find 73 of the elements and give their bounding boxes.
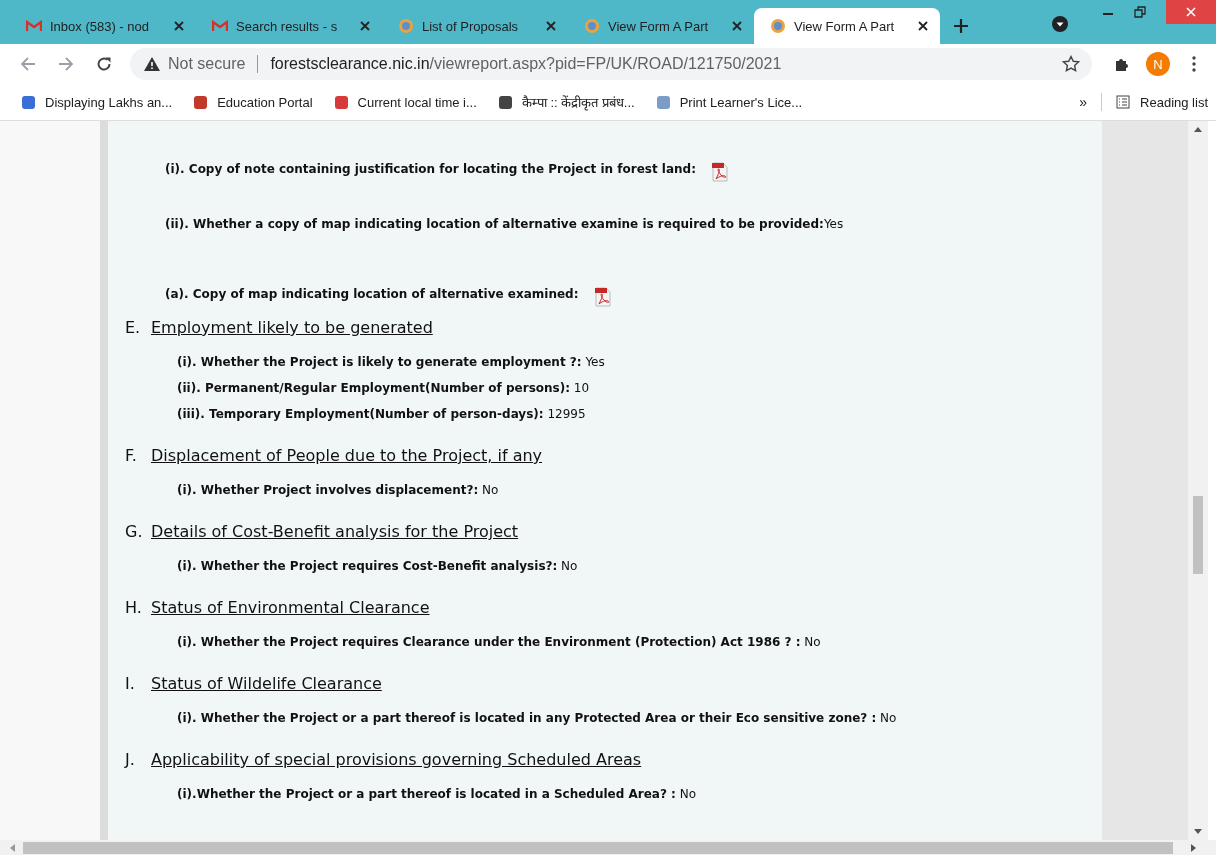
browser-tab[interactable]: Inbox (583) - nod: [10, 8, 196, 44]
bookmark[interactable]: Print Learner's Lice...: [656, 94, 803, 110]
question-text: (iii). Temporary Employment(Number of person-days): 12995: [177, 406, 587, 423]
scroll-down-icon[interactable]: [1194, 829, 1202, 834]
close-icon[interactable]: [732, 21, 742, 31]
vertical-scrollbar[interactable]: [1188, 121, 1208, 840]
section-heading: H. Status of Environmental Clearance: [125, 597, 431, 619]
tab-title: View Form A Part: [794, 18, 896, 34]
browser-tab[interactable]: List of Proposals: [382, 8, 568, 44]
forward-arrow-icon[interactable]: [58, 56, 74, 72]
question-text: (i). Copy of note containing justification for locating the Project in forest land:: [165, 161, 696, 178]
list-icon: [1116, 95, 1131, 109]
reload-icon[interactable]: [96, 56, 112, 72]
bookmark[interactable]: Displaying Lakhs an...: [22, 94, 173, 110]
tab-title: Inbox (583) - nod: [50, 18, 150, 34]
bookmark-title: Education Portal: [217, 94, 313, 110]
browser-tab[interactable]: View Form A Part: [754, 8, 940, 44]
dropdown-icon[interactable]: [1052, 16, 1068, 32]
question-text: (i). Whether the Project or a part thereof is located in any Protected Area or their Eco sensitive zone? : No: [177, 710, 898, 727]
close-icon: [1186, 7, 1196, 17]
scroll-right-icon[interactable]: [1191, 843, 1196, 852]
question-text: (ii). Permanent/Regular Employment(Number of persons): 10: [177, 380, 591, 397]
browser-tab[interactable]: Search results - s: [196, 8, 382, 44]
question-text: (i). Whether the Project is likely to generate employment ?: Yes: [177, 354, 606, 371]
close-icon[interactable]: [546, 21, 556, 31]
security-label: Not secure: [168, 55, 246, 73]
section-heading: J. Applicability of special provisions governing Scheduled Areas: [125, 749, 643, 771]
address-bar[interactable]: Not secure forestsclearance.nic.in/viewreport.aspx?pid=FP/UK/ROAD/121750/2021: [130, 48, 1092, 80]
mail-icon: [26, 20, 42, 32]
plus-icon[interactable]: [954, 19, 968, 33]
question-text: (ii). Whether a copy of map indicating location of alternative examine is required to be provided:Yes: [165, 216, 844, 233]
section-heading: I. Status of Wildelife Clearance: [125, 673, 383, 695]
reading-list-button[interactable]: Reading list: [1116, 94, 1208, 110]
close-icon[interactable]: [360, 21, 370, 31]
scroll-up-icon[interactable]: [1194, 127, 1202, 132]
bookmark-title: कैम्पा :: केंद्रीकृत प्रबंध...: [521, 94, 635, 111]
bookmark[interactable]: Education Portal: [194, 94, 313, 110]
bookmark[interactable]: Current local time i...: [334, 94, 477, 110]
warning-icon: [144, 57, 160, 71]
url-text: forestsclearance.nic.in/viewreport.aspx?pid=FP/UK/ROAD/121750/2021: [270, 55, 782, 73]
close-icon[interactable]: [918, 21, 928, 31]
more-icon[interactable]: [1192, 56, 1196, 72]
question-text: (i). Whether the Project requires Cost-Benefit analysis?: No: [177, 558, 579, 575]
bookmark-title: Current local time i...: [357, 94, 477, 110]
scrollbar-thumb[interactable]: [1193, 496, 1203, 574]
question-text: (i). Whether the Project requires Clearance under the Environment (Protection) Act 1986 ? : No: [177, 634, 822, 651]
back-arrow-icon[interactable]: [20, 56, 36, 72]
section-heading: F. Displacement of People due to the Project, if any: [125, 445, 544, 467]
bookmark-title: Print Learner's Lice...: [679, 94, 803, 110]
question-text: (i).Whether the Project or a part thereof is located in a Scheduled Area? : No: [177, 786, 698, 803]
tab-title: Search results - s: [236, 18, 339, 34]
pdf-icon[interactable]: [594, 287, 611, 307]
horizontal-scrollbar[interactable]: [0, 840, 1216, 855]
pdf-icon[interactable]: [712, 162, 728, 182]
question-text: (a). Copy of map indicating location of alternative examined:: [165, 286, 579, 303]
section-heading: G. Details of Cost-Benefit analysis for the Project: [125, 521, 520, 543]
bookmarks-overflow[interactable]: »: [1079, 94, 1088, 110]
section-heading: E. Employment likely to be generated: [125, 317, 434, 339]
tab-title: View Form A Part: [608, 18, 710, 34]
bookmark[interactable]: कैम्पा :: केंद्रीकृत प्रबंध...: [498, 93, 635, 111]
mail-icon: [212, 20, 228, 32]
bookmark-title: Displaying Lakhs an...: [45, 94, 173, 110]
browser-tab[interactable]: View Form A Part: [568, 8, 754, 44]
question-text: (i). Whether Project involves displacement?: No: [177, 482, 500, 499]
tab-title: List of Proposals: [422, 18, 520, 34]
emblem-icon: [398, 18, 414, 34]
scrollbar-thumb[interactable]: [23, 841, 1173, 854]
puzzle-icon[interactable]: [1114, 56, 1130, 72]
restore-icon[interactable]: [1134, 6, 1146, 18]
star-icon[interactable]: [1062, 55, 1080, 73]
emblem-icon: [770, 18, 786, 34]
close-icon[interactable]: [174, 21, 184, 31]
emblem-icon: [584, 18, 600, 34]
